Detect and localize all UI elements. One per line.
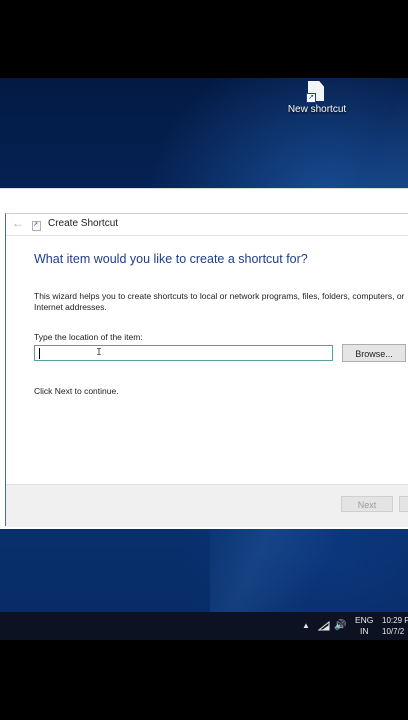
clock-date: 10/7/2 [382, 627, 405, 636]
create-shortcut-window: ← ↗ Create Shortcut What item would you … [0, 188, 408, 529]
taskbar: ▲ 🔊 ENG IN 10:29 P 10/7/2 [0, 612, 408, 640]
browse-button[interactable]: Browse... [342, 344, 406, 362]
text-caret [39, 348, 40, 359]
desktop-icon-new-shortcut[interactable]: ↗ New shortcut [282, 78, 352, 138]
clock[interactable]: 10:29 P 10/7/2 [382, 615, 408, 637]
continue-hint: Click Next to continue. [34, 386, 119, 396]
shortcut-arrow-icon: ↗ [306, 93, 316, 103]
cancel-button[interactable] [399, 496, 408, 512]
next-button[interactable]: Next [341, 496, 393, 512]
language-code: ENG [355, 615, 374, 625]
wizard-page: ← ↗ Create Shortcut What item would you … [5, 213, 408, 527]
show-hidden-icons-chevron-icon[interactable]: ▲ [302, 621, 310, 630]
location-label: Type the location of the item: [34, 332, 143, 342]
title-bar: ← ↗ Create Shortcut [6, 214, 408, 236]
back-arrow-icon[interactable]: ← [12, 216, 24, 230]
ibeam-cursor-icon: I [96, 347, 103, 358]
volume-icon[interactable]: 🔊 [334, 620, 346, 631]
desktop-icon-label: New shortcut [287, 104, 347, 115]
network-icon[interactable] [318, 621, 330, 631]
language-indicator[interactable]: ENG IN [355, 615, 373, 637]
language-region: IN [359, 626, 369, 636]
clock-time: 10:29 P [382, 616, 408, 625]
wizard-description: This wizard helps you to create shortcut… [34, 291, 408, 313]
location-input[interactable] [34, 345, 333, 361]
wizard-footer: Next [6, 484, 408, 527]
description-text: This wizard helps you to create shortcut… [34, 291, 405, 312]
window-title: Create Shortcut [48, 218, 119, 229]
page-heading: What item would you like to create a sho… [34, 252, 308, 266]
shortcut-title-icon: ↗ [32, 221, 41, 231]
desktop: ↗ New shortcut ← ↗ Create Shortcut What … [0, 78, 408, 640]
